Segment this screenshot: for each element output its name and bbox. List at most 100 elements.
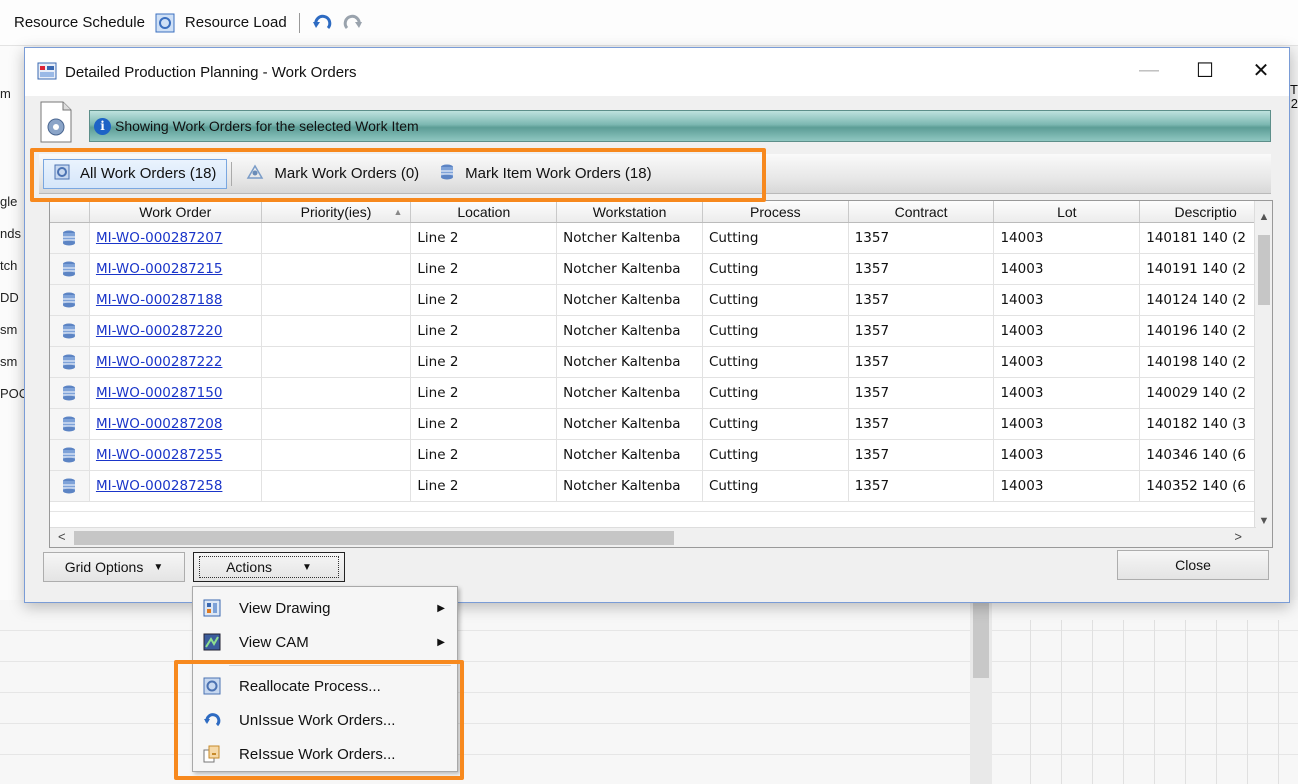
cell-text: 140196 140 (2 xyxy=(1146,323,1246,339)
work-order-link[interactable]: MI-WO-000287222 xyxy=(96,354,222,370)
table-row[interactable]: MI-WO-000287150 Line 2 Notcher Kaltenba Cut… xyxy=(50,378,1272,409)
actions-button[interactable]: Actions ▼ xyxy=(193,552,345,582)
work-order-link[interactable]: MI-WO-000287188 xyxy=(96,292,222,308)
cell-text: 140352 140 (6 xyxy=(1146,478,1246,494)
cell-text: Line 2 xyxy=(417,261,459,277)
resource-load-icon[interactable] xyxy=(155,13,175,33)
menu-item-reissue-work-orders[interactable]: ReIssue Work Orders... xyxy=(193,737,457,771)
menu-item-unissue-work-orders[interactable]: UnIssue Work Orders... xyxy=(193,703,457,737)
table-row[interactable]: MI-WO-000287208 Line 2 Notcher Kaltenba Cut… xyxy=(50,409,1272,440)
maximize-button[interactable]: ☐ xyxy=(1177,48,1233,92)
table-row[interactable]: MI-WO-000287215 Line 2 Notcher Kaltenba Cut… xyxy=(50,254,1272,285)
grid-options-button[interactable]: Grid Options ▼ xyxy=(43,552,185,582)
table-row[interactable]: MI-WO-000287188 Line 2 Notcher Kaltenba Cut… xyxy=(50,285,1272,316)
column-header-location[interactable]: Location xyxy=(411,201,558,222)
cell-text: Cutting xyxy=(708,385,759,401)
all-orders-icon xyxy=(54,164,70,184)
cell-work-order[interactable]: MI-WO-000287188 xyxy=(90,285,262,315)
cell-priority xyxy=(262,440,412,470)
cell-process: Cutting xyxy=(703,254,849,284)
cell-work-order[interactable]: MI-WO-000287207 xyxy=(90,223,262,253)
column-header-contract[interactable]: Contract xyxy=(849,201,995,222)
close-button[interactable]: Close xyxy=(1117,550,1269,580)
horizontal-scrollbar[interactable]: < > xyxy=(50,527,1256,547)
document-gear-icon xyxy=(39,100,73,144)
cell-description: 140029 140 (2 xyxy=(1140,378,1272,408)
table-row[interactable]: MI-WO-000287220 Line 2 Notcher Kaltenba Cut… xyxy=(50,316,1272,347)
tab-label: Mark Work Orders (0) xyxy=(274,165,420,182)
work-order-link[interactable]: MI-WO-000287258 xyxy=(96,478,222,494)
table-row[interactable]: MI-WO-000287255 Line 2 Notcher Kaltenba Cut… xyxy=(50,440,1272,471)
table-row[interactable]: MI-WO-000287207 Line 2 Notcher Kaltenba Cut… xyxy=(50,223,1272,254)
work-order-link[interactable]: MI-WO-000287220 xyxy=(96,323,222,339)
column-header-workstation[interactable]: Workstation xyxy=(557,201,703,222)
cell-location: Line 2 xyxy=(411,347,558,377)
work-order-link[interactable]: MI-WO-000287255 xyxy=(96,447,222,463)
grid-header: Work Order Priority(ies) ▲ Location Works… xyxy=(50,201,1272,223)
vertical-scrollbar[interactable]: ▲ ▼ xyxy=(1254,201,1272,547)
work-order-link[interactable]: MI-WO-000287150 xyxy=(96,385,222,401)
column-header-lot[interactable]: Lot xyxy=(994,201,1141,222)
tab-label: All Work Orders (18) xyxy=(80,165,217,182)
column-header-work-order[interactable]: Work Order xyxy=(90,201,262,222)
tab-mark-item-work-orders[interactable]: Mark Item Work Orders (18) xyxy=(429,159,661,189)
cell-text: 1357 xyxy=(854,261,890,277)
cell-work-order[interactable]: MI-WO-000287258 xyxy=(90,471,262,501)
scroll-down-icon[interactable]: ▼ xyxy=(1255,515,1272,527)
cell-text: Line 2 xyxy=(417,447,459,463)
cell-workstation: Notcher Kaltenba xyxy=(557,254,703,284)
scroll-left-icon[interactable]: < xyxy=(58,529,66,544)
menu-item-reallocate-process[interactable]: Reallocate Process... xyxy=(193,669,457,703)
cell-work-order[interactable]: MI-WO-000287220 xyxy=(90,316,262,346)
menu-item-label: ReIssue Work Orders... xyxy=(239,745,396,763)
cell-text: 1357 xyxy=(854,323,890,339)
scroll-right-icon[interactable]: > xyxy=(1234,529,1242,544)
minimize-button[interactable]: — xyxy=(1121,48,1177,92)
scroll-up-icon[interactable]: ▲ xyxy=(1255,211,1272,223)
menu-item-view-cam[interactable]: View CAM ▶ xyxy=(193,625,457,659)
scroll-thumb[interactable] xyxy=(1258,235,1270,305)
cell-text: Cutting xyxy=(708,292,759,308)
background-scrollbar[interactable] xyxy=(970,600,992,784)
cell-text: Cutting xyxy=(708,261,759,277)
tab-mark-work-orders[interactable]: Mark Work Orders (0) xyxy=(236,159,429,189)
table-row-partial xyxy=(50,502,1272,512)
cell-text: 1357 xyxy=(854,385,890,401)
cell-workstation: Notcher Kaltenba xyxy=(557,471,703,501)
column-header-description[interactable]: Descriptio xyxy=(1140,201,1272,222)
menu-item-view-drawing[interactable]: View Drawing ▶ xyxy=(193,591,457,625)
chevron-down-icon: ▼ xyxy=(153,561,164,573)
database-icon xyxy=(50,378,90,408)
table-row[interactable]: MI-WO-000287258 Line 2 Notcher Kaltenba Cut… xyxy=(50,471,1272,502)
column-header-priorities[interactable]: Priority(ies) ▲ xyxy=(262,201,412,222)
cell-work-order[interactable]: MI-WO-000287215 xyxy=(90,254,262,284)
resource-load-button[interactable]: Resource Load xyxy=(185,14,287,31)
redo-icon[interactable] xyxy=(342,13,362,33)
background-toolbar: Resource Schedule Resource Load xyxy=(0,0,1298,46)
cell-work-order[interactable]: MI-WO-000287208 xyxy=(90,409,262,439)
cell-work-order[interactable]: MI-WO-000287150 xyxy=(90,378,262,408)
column-header-process[interactable]: Process xyxy=(703,201,849,222)
cell-text: 1357 xyxy=(854,292,890,308)
cell-work-order[interactable]: MI-WO-000287255 xyxy=(90,440,262,470)
bg-fragment: nds xyxy=(0,226,21,241)
cell-work-order[interactable]: MI-WO-000287222 xyxy=(90,347,262,377)
table-row[interactable]: MI-WO-000287222 Line 2 Notcher Kaltenba Cut… xyxy=(50,347,1272,378)
cell-contract: 1357 xyxy=(849,378,995,408)
close-window-button[interactable]: ✕ xyxy=(1233,48,1289,92)
scroll-thumb[interactable] xyxy=(74,531,674,545)
dialog-titlebar[interactable]: Detailed Production Planning - Work Orde… xyxy=(25,48,1289,96)
undo-icon[interactable] xyxy=(312,13,332,33)
bg-fragment: m xyxy=(0,86,11,101)
cell-location: Line 2 xyxy=(411,378,558,408)
work-order-link[interactable]: MI-WO-000287215 xyxy=(96,261,222,277)
work-order-link[interactable]: MI-WO-000287207 xyxy=(96,230,222,246)
cell-workstation: Notcher Kaltenba xyxy=(557,440,703,470)
resource-schedule-button[interactable]: Resource Schedule xyxy=(14,14,145,31)
cell-text: 140198 140 (2 xyxy=(1146,354,1246,370)
work-order-link[interactable]: MI-WO-000287208 xyxy=(96,416,222,432)
cell-description: 140181 140 (2 xyxy=(1140,223,1272,253)
column-header-label: Priority(ies) xyxy=(300,204,372,220)
tab-all-work-orders[interactable]: All Work Orders (18) xyxy=(43,158,228,189)
cell-lot: 14003 xyxy=(994,440,1141,470)
